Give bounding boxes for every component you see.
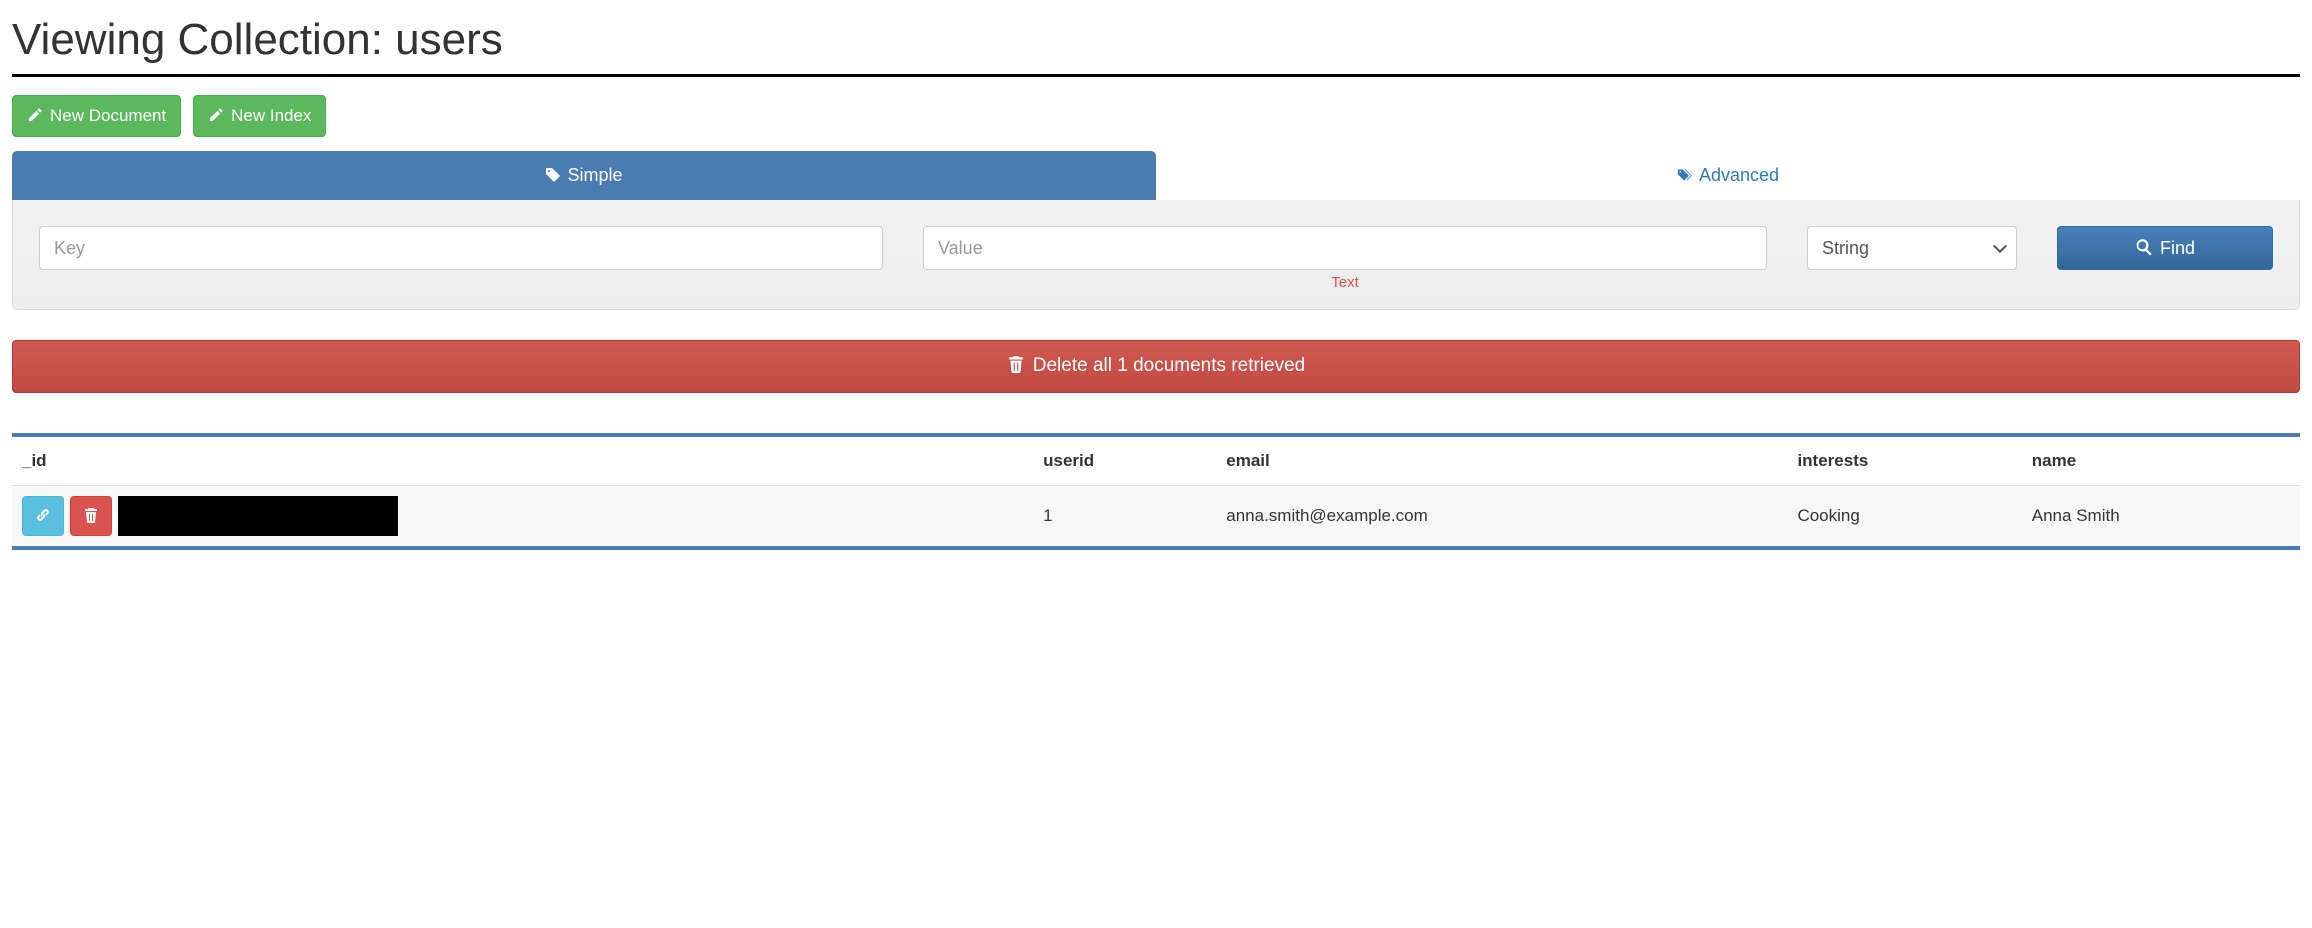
trash-icon [83,506,99,526]
delete-all-label: Delete all 1 documents retrieved [1033,353,1305,380]
col-interests: interests [1787,435,2021,486]
tag-icon [545,165,561,186]
search-mode-tabs: Simple Advanced [12,151,2300,200]
tags-icon [1677,165,1693,186]
cell-email: anna.smith@example.com [1216,485,1787,548]
value-col: Text [923,226,1767,291]
value-input[interactable] [923,226,1767,270]
cell-id [12,485,1033,548]
pencil-icon [27,104,43,128]
cell-name: Anna Smith [2022,485,2300,548]
toolbar: New Document New Index [12,95,2300,137]
find-label: Find [2160,236,2195,261]
trash-icon [1007,353,1025,380]
table-header-row: _id userid email interests name [12,435,2300,486]
cell-interests: Cooking [1787,485,2021,548]
key-input[interactable] [39,226,883,270]
id-redacted [118,496,398,536]
search-panel: Text String Find [12,200,2300,310]
pencil-icon [208,104,224,128]
new-index-button[interactable]: New Index [193,95,326,137]
row-delete-button[interactable] [70,496,112,536]
key-col [39,226,883,270]
results-table: _id userid email interests name [12,433,2300,550]
delete-all-button[interactable]: Delete all 1 documents retrieved [12,340,2300,393]
search-icon [2135,236,2153,261]
new-document-label: New Document [50,104,166,128]
col-email: email [1216,435,1787,486]
table-row: 1 anna.smith@example.com Cooking Anna Sm… [12,485,2300,548]
link-icon [35,506,51,526]
value-helper-text: Text [923,274,1767,291]
find-button[interactable]: Find [2057,226,2273,270]
col-name: name [2022,435,2300,486]
new-index-label: New Index [231,104,311,128]
col-id: _id [12,435,1033,486]
cell-userid: 1 [1033,485,1216,548]
new-document-button[interactable]: New Document [12,95,181,137]
tab-simple[interactable]: Simple [12,151,1156,200]
row-link-button[interactable] [22,496,64,536]
type-select[interactable]: String [1807,226,2017,270]
col-userid: userid [1033,435,1216,486]
page-title: Viewing Collection: users [12,16,2300,77]
type-col: String [1807,226,2017,270]
tab-advanced[interactable]: Advanced [1156,151,2300,200]
find-col: Find [2057,226,2273,270]
tab-advanced-label: Advanced [1699,165,1779,186]
tab-simple-label: Simple [567,165,622,186]
